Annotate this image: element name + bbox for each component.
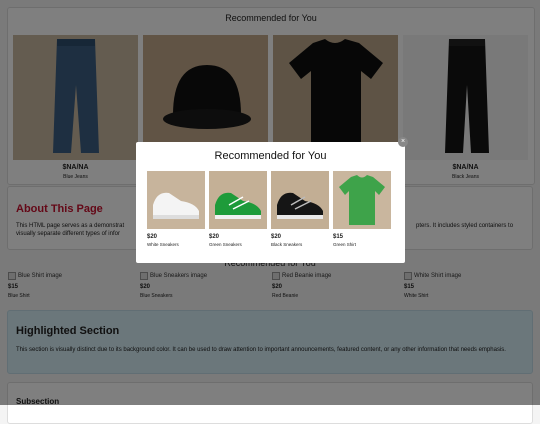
close-button[interactable]: × [398,137,408,147]
sneaker-icon [277,192,323,219]
modal-product-card[interactable]: $20 White Sneakers [147,171,205,247]
tshirt-icon [339,175,385,225]
modal-product-card[interactable]: $20 Black Sneakers [271,171,329,247]
product-price: $20 [147,234,158,240]
product-image[interactable] [271,171,329,229]
recommendation-modal: Recommended for You $20 White Sneakers $… [136,142,405,263]
product-image[interactable] [147,171,205,229]
modal-product-card[interactable]: $15 Green Shirt [333,171,391,247]
product-image[interactable] [209,171,267,229]
product-name: Black Sneakers [271,242,303,247]
sneaker-icon [153,192,199,219]
sneaker-icon [215,192,261,219]
product-price: $20 [271,234,282,240]
modal-product-card[interactable]: $20 Green Sneakers [209,171,267,247]
product-price: $20 [209,234,220,240]
modal-title: Recommended for You [214,150,327,162]
product-price: $15 [333,234,344,240]
product-name: Green Sneakers [209,242,242,247]
product-image[interactable] [333,171,391,229]
product-name: Green Shirt [333,242,357,247]
product-name: White Sneakers [147,242,179,247]
